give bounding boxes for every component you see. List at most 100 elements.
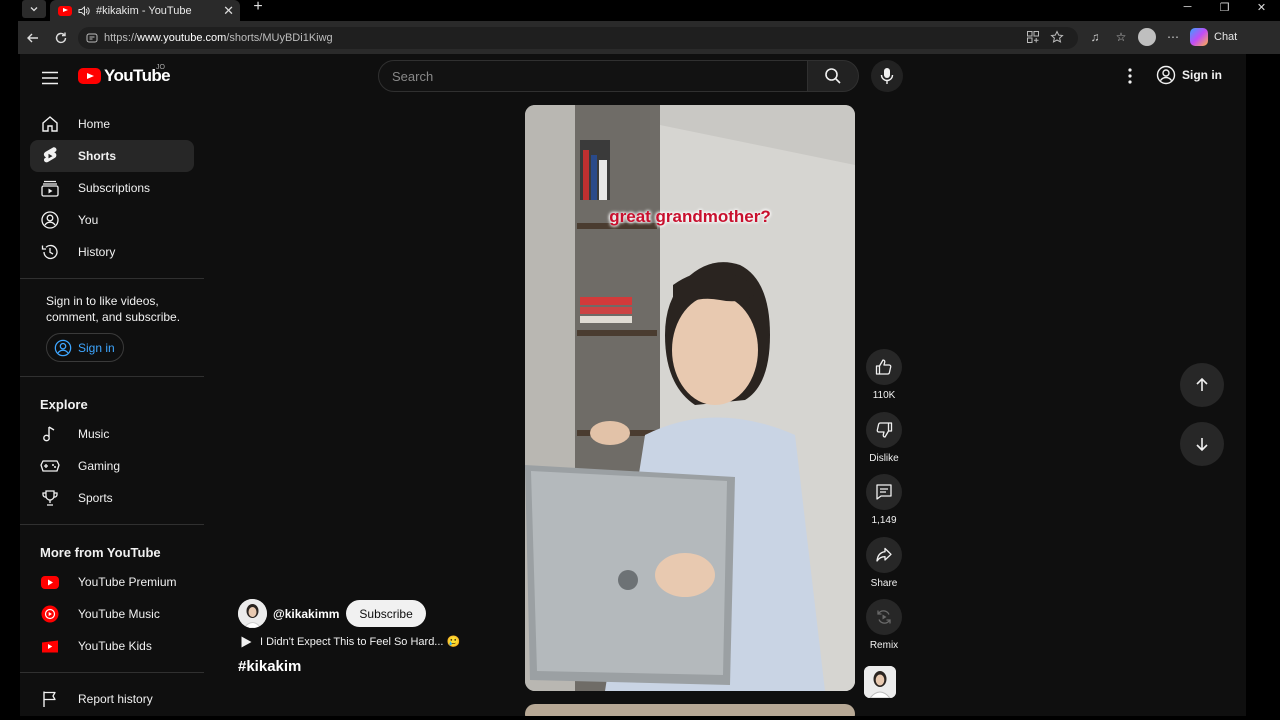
- comment-icon: [876, 484, 892, 500]
- sidebar-item-youtube-premium[interactable]: YouTube Premium: [30, 566, 194, 598]
- arrow-left-icon: [27, 33, 38, 43]
- refresh-icon: [55, 32, 67, 44]
- profile-avatar-icon[interactable]: [1138, 28, 1156, 46]
- tab-actions-button[interactable]: [22, 0, 46, 18]
- favorite-star-icon[interactable]: [1050, 30, 1064, 44]
- previous-short-button[interactable]: [1180, 363, 1224, 407]
- remix-icon: [877, 610, 891, 624]
- sound-thumbnail[interactable]: [864, 665, 896, 698]
- sidebar-item-label: Report history: [78, 692, 153, 706]
- sidebar-divider: [20, 672, 204, 673]
- sidebar-item-youtube-music[interactable]: YouTube Music: [30, 598, 194, 630]
- share-button[interactable]: [866, 536, 902, 573]
- search-input[interactable]: Search: [378, 60, 808, 92]
- comments-button[interactable]: [866, 474, 902, 510]
- arrow-up-icon: [1196, 377, 1208, 391]
- channel-avatar[interactable]: [238, 599, 267, 628]
- close-window-icon[interactable]: ✕: [1243, 0, 1280, 14]
- sidebar-divider: [20, 376, 204, 377]
- dislike-action: Dislike: [864, 411, 904, 475]
- arrow-down-icon: [1196, 438, 1208, 452]
- like-count: 110K: [872, 390, 896, 401]
- search-button[interactable]: [807, 60, 859, 92]
- next-short-button[interactable]: [1180, 422, 1224, 466]
- sidebar-item-report-history[interactable]: Report history: [30, 683, 194, 715]
- sidebar-item-youtube-kids[interactable]: YouTube Kids: [30, 630, 194, 662]
- channel-info: @kikakimm Subscribe: [238, 599, 426, 628]
- site-info-icon[interactable]: [86, 32, 98, 44]
- sidebar-signin-button[interactable]: Sign in: [46, 333, 124, 362]
- short-video-player[interactable]: great grandmother?: [525, 105, 855, 691]
- action-bar: 110K Dislike 1,149 Share Remix: [864, 349, 904, 698]
- copilot-icon: [1190, 28, 1208, 46]
- url-host: www.youtube.com: [137, 32, 227, 44]
- signin-button[interactable]: Sign in: [1156, 65, 1222, 85]
- youtube-page: YouTube JO Search Sign in Home Shorts Su…: [20, 54, 1246, 716]
- sidebar-divider: [20, 278, 204, 279]
- sidebar-item-shorts[interactable]: Shorts: [30, 140, 194, 172]
- sidebar-item-sports[interactable]: Sports: [30, 482, 194, 514]
- share-label: Share: [870, 577, 898, 589]
- sidebar-item-subscriptions[interactable]: Subscriptions: [30, 172, 194, 204]
- subscribe-button[interactable]: Subscribe: [346, 600, 426, 627]
- thumbs-down-icon: [876, 421, 893, 438]
- sidebar-item-label: YouTube Premium: [78, 575, 177, 589]
- new-tab-button[interactable]: +: [250, 0, 266, 16]
- address-bar-icons: [1026, 30, 1064, 44]
- refresh-button[interactable]: [52, 29, 70, 47]
- sidebar-item-history[interactable]: History: [30, 236, 194, 268]
- dislike-button[interactable]: [866, 411, 902, 448]
- signin-prompt: Sign in to like videos, comment, and sub…: [46, 294, 181, 324]
- sidebar: Home Shorts Subscriptions You History Si…: [20, 108, 204, 715]
- history-icon: [40, 242, 60, 262]
- guide-menu-button[interactable]: [38, 66, 62, 90]
- like-button[interactable]: [866, 349, 902, 385]
- youtube-premium-icon: [40, 572, 60, 592]
- sidebar-item-label: Gaming: [78, 459, 121, 473]
- back-button[interactable]: [24, 29, 42, 47]
- settings-menu-button[interactable]: [1120, 66, 1140, 86]
- dislike-label: Dislike: [869, 452, 899, 464]
- channel-handle[interactable]: @kikakimm: [273, 607, 339, 621]
- sidebar-item-you[interactable]: You: [30, 204, 194, 236]
- music-icon: [40, 424, 60, 444]
- minimize-icon[interactable]: ─: [1169, 0, 1206, 14]
- share-arrow-icon: [876, 547, 892, 562]
- media-control-icon[interactable]: ♫: [1086, 28, 1104, 46]
- more-from-youtube-heading: More from YouTube: [40, 545, 161, 560]
- url-path: /shorts/MUyBDi1Kiwg: [226, 32, 333, 44]
- sidebar-item-home[interactable]: Home: [30, 108, 194, 140]
- restore-icon[interactable]: ❐: [1206, 0, 1243, 14]
- home-icon: [40, 114, 60, 134]
- favorites-icon[interactable]: ☆: [1112, 28, 1130, 46]
- gaming-icon: [40, 456, 60, 476]
- app-available-icon[interactable]: [1026, 30, 1040, 44]
- explore-heading: Explore: [40, 397, 88, 412]
- url-prefix: https://: [104, 32, 138, 44]
- speaker-icon[interactable]: [78, 5, 90, 17]
- address-bar[interactable]: https://www.youtube.com/shorts/MUyBDi1Ki…: [78, 27, 1078, 49]
- next-short-preview[interactable]: [525, 704, 855, 716]
- window-controls: ─ ❐ ✕: [1169, 0, 1280, 14]
- youtube-play-icon: [78, 68, 101, 84]
- audio-title: I Didn't Expect This to Feel So Hard... …: [260, 636, 461, 648]
- video-hashtag-title[interactable]: #kikakim: [238, 658, 301, 675]
- remix-button[interactable]: [866, 599, 902, 635]
- sidebar-item-label: YouTube Kids: [78, 639, 152, 653]
- browser-tab[interactable]: #kikakim - YouTube ✕: [50, 0, 240, 21]
- video-frame: [525, 105, 855, 691]
- account-circle-icon: [1156, 65, 1176, 85]
- more-options-icon[interactable]: ⋯: [1164, 28, 1182, 46]
- search-icon: [825, 68, 841, 84]
- youtube-music-icon: [40, 604, 60, 624]
- copilot-chat-button[interactable]: Chat: [1190, 28, 1237, 46]
- sidebar-item-music[interactable]: Music: [30, 418, 194, 450]
- sidebar-item-gaming[interactable]: Gaming: [30, 450, 194, 482]
- close-tab-icon[interactable]: ✕: [223, 3, 234, 19]
- browser-toolbar: https://www.youtube.com/shorts/MUyBDi1Ki…: [18, 21, 1280, 54]
- audio-track[interactable]: I Didn't Expect This to Feel So Hard... …: [240, 635, 460, 648]
- voice-search-button[interactable]: [871, 60, 903, 92]
- sidebar-item-label: Sports: [78, 491, 113, 505]
- youtube-favicon-icon: [58, 5, 72, 16]
- remix-action: Remix: [864, 599, 904, 662]
